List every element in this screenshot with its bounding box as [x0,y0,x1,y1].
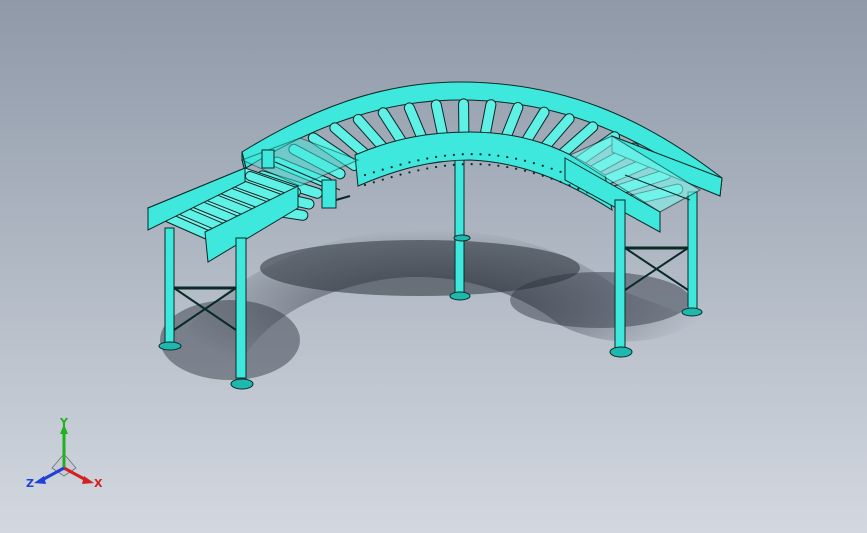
conveyor-model[interactable] [0,0,867,533]
z-arrow-head [34,476,46,484]
orientation-triad[interactable]: Y X Z [24,418,108,494]
straight-section-right [564,135,723,233]
z-axis-label: Z [26,477,34,490]
3d-viewport[interactable]: Y X Z [0,0,867,533]
x-arrow-head [82,476,94,484]
x-axis-label: X [94,477,103,490]
y-axis-label: Y [59,418,69,429]
